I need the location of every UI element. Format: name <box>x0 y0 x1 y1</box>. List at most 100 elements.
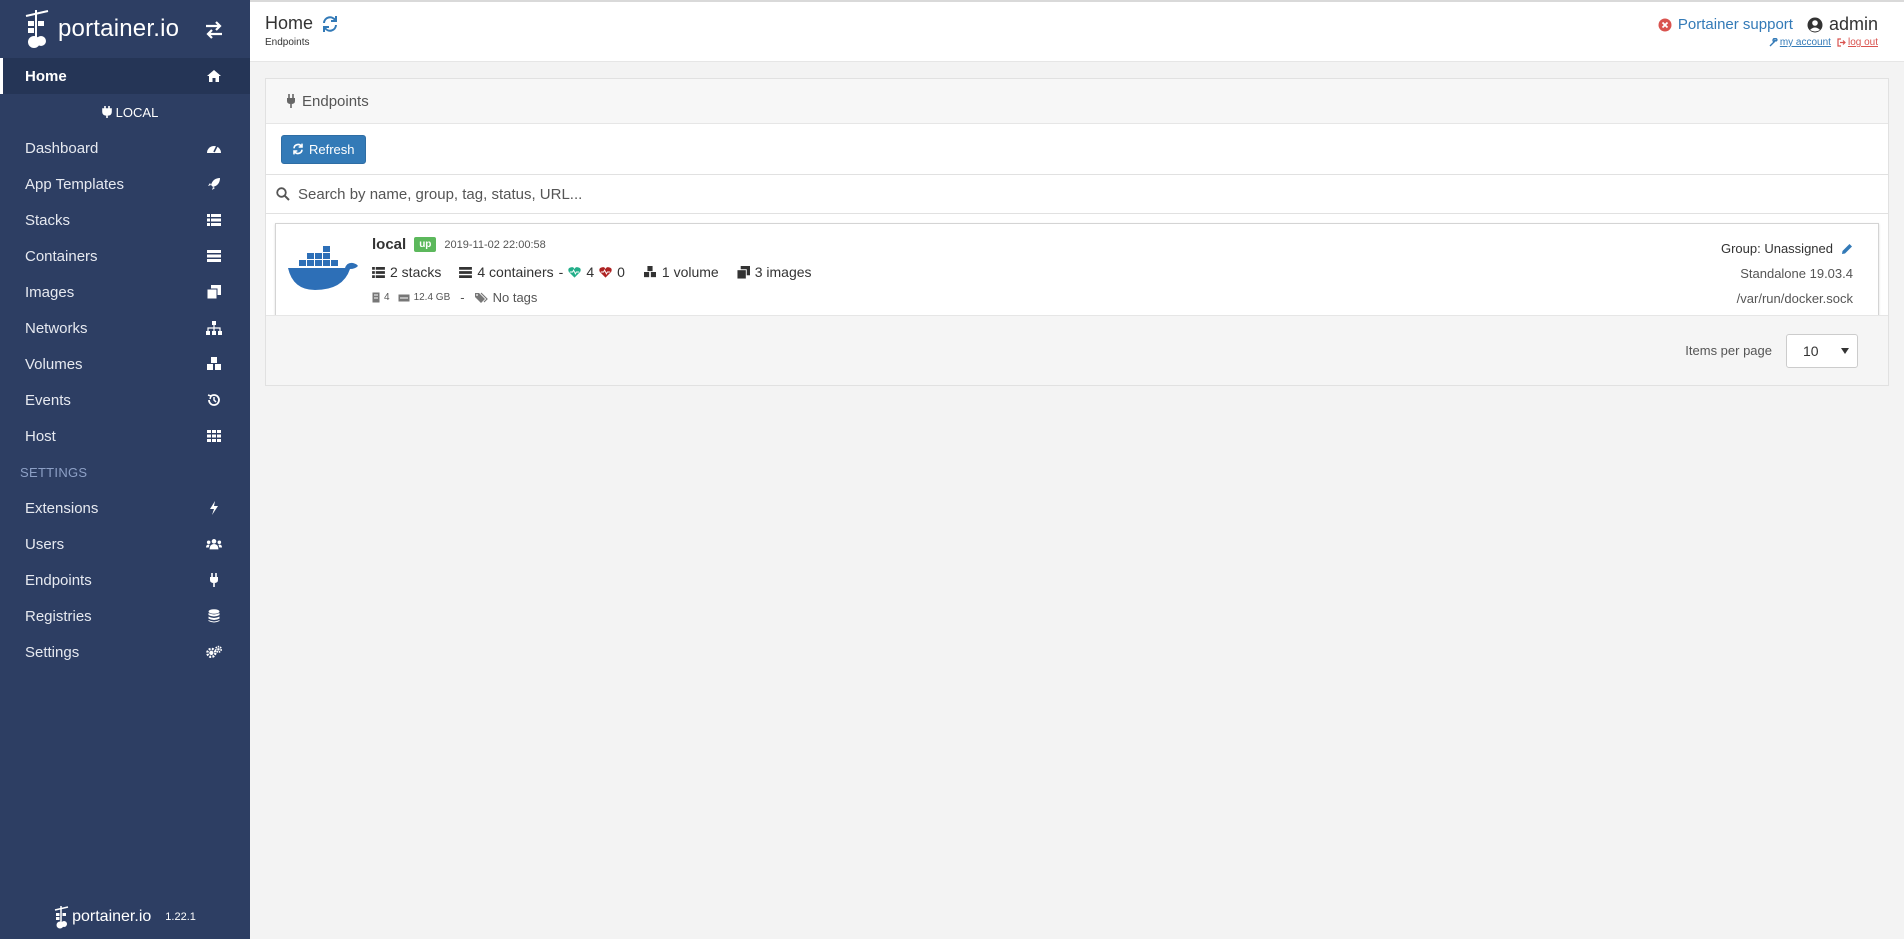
page-title-text: Home <box>265 13 314 33</box>
support-label: Portainer support <box>1677 16 1793 33</box>
portainer-logo-icon <box>25 10 49 48</box>
th-icon <box>206 428 222 444</box>
portainer-logo[interactable]: portainer.io <box>24 8 179 50</box>
sidebar-item-home[interactable]: Home <box>0 58 250 94</box>
users-icon <box>206 536 222 552</box>
portainer-logo-icon <box>54 906 69 929</box>
containers-count: 4 containers <box>477 264 554 280</box>
endpoint-name: local <box>372 236 407 253</box>
sidebar-item-label: Containers <box>25 247 98 265</box>
bolt-icon <box>206 500 222 516</box>
url-label: /var/run/docker.sock <box>1736 291 1853 306</box>
sidebar: portainer.io Home LOCAL Dashboard App Te… <box>0 0 250 939</box>
brand-text: portainer.io <box>58 15 180 42</box>
sidebar-item-label: Users <box>25 535 65 553</box>
wrench-icon <box>1769 38 1778 47</box>
refresh-icon[interactable] <box>321 15 339 33</box>
footer-logo: portainer.io <box>54 905 151 929</box>
items-per-page-value: 10 <box>1803 342 1819 359</box>
separator-dash: - <box>558 264 564 280</box>
search-input[interactable] <box>298 185 1798 203</box>
endpoint-url: /var/run/docker.sock <box>1721 286 1853 311</box>
sidebar-item-label: Settings <box>25 643 80 661</box>
plug-icon <box>206 572 222 588</box>
group-label: Group: Unassigned <box>1720 241 1833 256</box>
cpu-count: 4 <box>384 292 390 303</box>
volumes-stat: 1 volume <box>643 264 719 280</box>
pencil-icon[interactable] <box>1841 243 1853 255</box>
plug-icon <box>287 94 295 108</box>
sidebar-item-containers[interactable]: Containers <box>0 238 250 274</box>
sidebar-item-users[interactable]: Users <box>0 526 250 562</box>
server-icon <box>206 248 222 264</box>
database-icon <box>206 608 222 624</box>
sidebar-item-label: Images <box>25 283 75 301</box>
settings-section-title: SETTINGS <box>20 464 88 480</box>
sidebar-item-settings[interactable]: Settings <box>0 634 250 670</box>
endpoint-label-text: LOCAL <box>115 104 159 120</box>
endpoint-resources: 4 12.4 GB - No tags <box>372 290 537 305</box>
search-icon <box>276 187 290 201</box>
stacks-count: 2 stacks <box>390 264 442 280</box>
footer-brand-text: portainer.io <box>72 908 152 925</box>
user-links: my account log out <box>1769 37 1878 48</box>
search-bar <box>266 174 1888 214</box>
user-info: admin <box>1807 14 1878 35</box>
refresh-icon <box>293 143 303 155</box>
sidebar-endpoint-name: LOCAL <box>0 94 250 130</box>
sidebar-item-app-templates[interactable]: App Templates <box>0 166 250 202</box>
cubes-icon <box>206 356 222 372</box>
my-account-link[interactable]: my account <box>1769 37 1831 48</box>
refresh-label: Refresh <box>309 141 355 157</box>
plug-icon <box>101 106 112 118</box>
pagination-footer: Items per page 10 <box>266 315 1888 385</box>
sign-out-icon <box>1837 38 1846 47</box>
images-stat: 3 images <box>736 264 812 280</box>
history-icon <box>206 392 222 408</box>
sidebar-item-label: Events <box>25 391 71 409</box>
exchange-icon[interactable] <box>204 21 224 39</box>
portainer-support-link[interactable]: Portainer support <box>1658 16 1793 33</box>
healthy-count: 4 <box>586 264 595 280</box>
items-per-page-label: Items per page <box>1685 343 1772 358</box>
volumes-count: 1 volume <box>661 264 719 280</box>
times-circle-icon <box>1658 18 1672 31</box>
sidebar-item-host[interactable]: Host <box>0 418 250 454</box>
refresh-button[interactable]: Refresh <box>281 134 366 164</box>
sidebar-item-networks[interactable]: Networks <box>0 310 250 346</box>
widget-header: Endpoints <box>266 79 1888 124</box>
sidebar-item-events[interactable]: Events <box>0 382 250 418</box>
memory-icon <box>372 292 380 303</box>
sidebar-item-extensions[interactable]: Extensions <box>0 490 250 526</box>
sidebar-item-stacks[interactable]: Stacks <box>0 202 250 238</box>
server-icon <box>459 266 473 278</box>
separator-dash: - <box>460 290 465 305</box>
containers-stat: 4 containers - 4 0 <box>459 264 625 280</box>
list-icon <box>372 266 385 278</box>
sidebar-item-label: Registries <box>25 607 92 625</box>
endpoint-list: local up 2019-11-02 22:00:58 2 stacks 4 … <box>266 214 1888 319</box>
sidebar-item-dashboard[interactable]: Dashboard <box>0 130 250 166</box>
sidebar-item-images[interactable]: Images <box>0 274 250 310</box>
sidebar-item-label: Home <box>25 67 67 85</box>
sidebar-footer: portainer.io 1.22.1 <box>0 905 250 929</box>
endpoint-details: Group: Unassigned Standalone 19.03.4 /va… <box>1721 236 1853 311</box>
sidebar-item-registries[interactable]: Registries <box>0 598 250 634</box>
log-out-link[interactable]: log out <box>1837 37 1878 48</box>
sidebar-item-volumes[interactable]: Volumes <box>0 346 250 382</box>
sitemap-icon <box>206 320 222 336</box>
images-count: 3 images <box>754 264 812 280</box>
sidebar-item-label: Host <box>25 427 56 445</box>
clone-icon <box>206 284 222 300</box>
sidebar-item-endpoints[interactable]: Endpoints <box>0 562 250 598</box>
sidebar-item-label: App Templates <box>25 175 124 193</box>
items-per-page-select[interactable]: 10 <box>1786 333 1858 368</box>
endpoint-header: local up 2019-11-02 22:00:58 <box>372 236 546 253</box>
sidebar-brand: portainer.io <box>0 0 250 58</box>
endpoint-type: Standalone 19.03.4 <box>1721 261 1853 286</box>
list-icon <box>206 212 222 228</box>
tags-icon <box>474 292 488 303</box>
endpoint-card[interactable]: local up 2019-11-02 22:00:58 2 stacks 4 … <box>275 223 1879 319</box>
docker-logo-icon <box>288 246 358 290</box>
sidebar-item-label: Extensions <box>25 499 99 517</box>
